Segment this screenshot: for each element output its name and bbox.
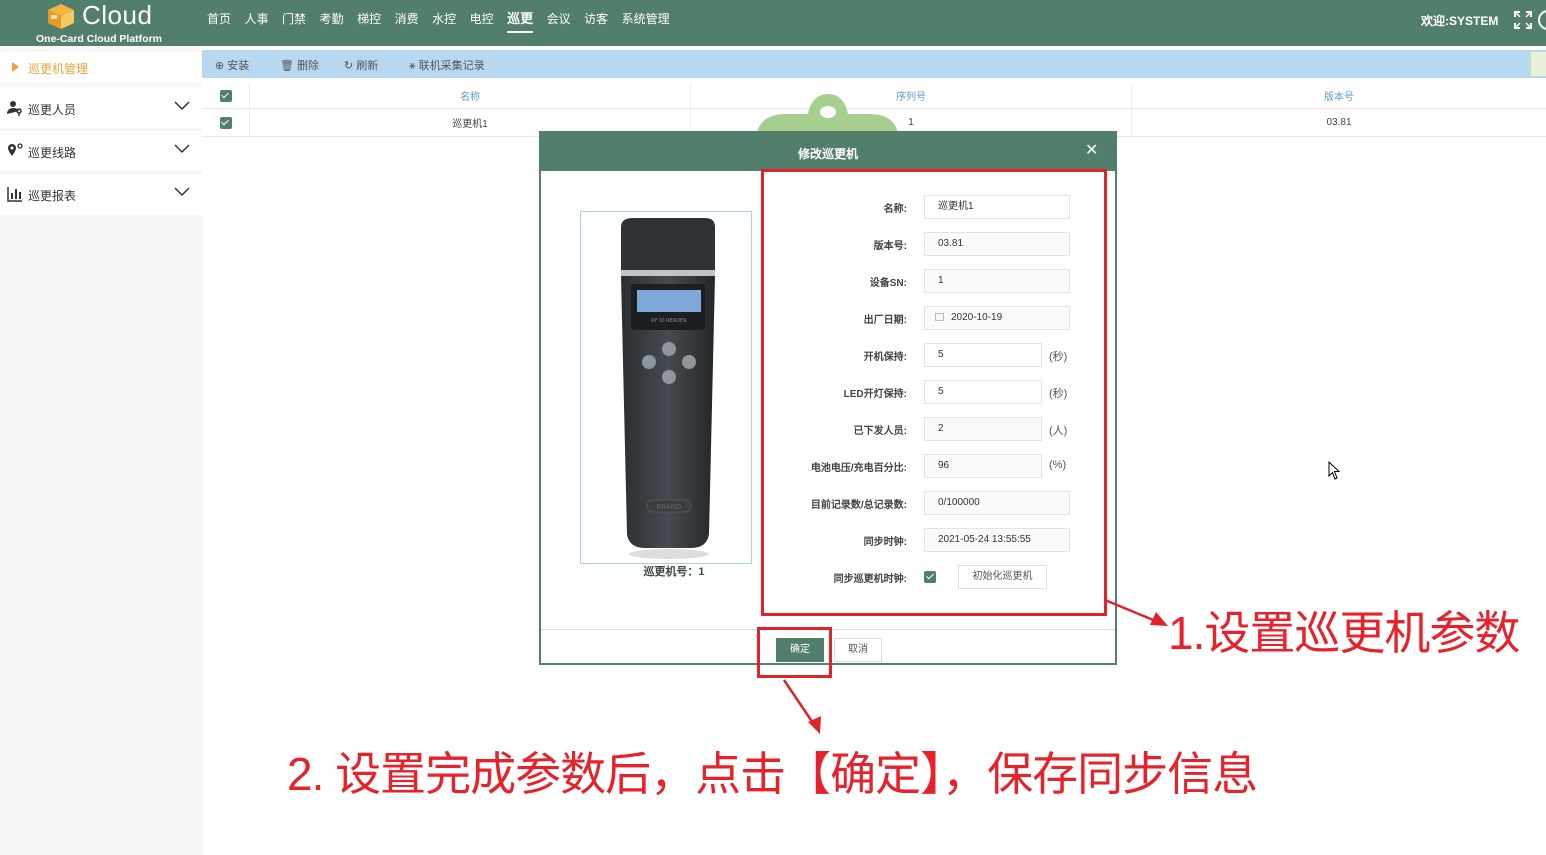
logo[interactable]: Cloud One-Card Cloud Platform — [36, 0, 176, 46]
trash-icon: 🗑 — [280, 60, 298, 72]
logo-subtitle: One-Card Cloud Platform — [36, 33, 163, 45]
cube-logo-icon — [48, 4, 74, 29]
nav-attendance[interactable]: 考勤 — [320, 10, 344, 36]
fullscreen-icon[interactable] — [1513, 10, 1533, 30]
nav-hr[interactable]: 人事 — [245, 10, 269, 36]
select-all-checkbox[interactable] — [219, 89, 232, 102]
logo-title: Cloud — [82, 0, 153, 30]
power-icon[interactable] — [1538, 10, 1546, 30]
sidebar-item-patrol-route[interactable]: 巡更线路 — [0, 131, 202, 171]
bar-chart-icon — [7, 187, 22, 202]
sidebar-item-label: 巡更报表 — [28, 189, 77, 203]
highlight-confirm-box — [757, 627, 832, 678]
column-header-name[interactable]: 名称 — [250, 83, 691, 108]
nav-patrol[interactable]: 巡更 — [507, 10, 534, 36]
top-bar: Cloud One-Card Cloud Platform 首页 人事 门禁 考… — [0, 0, 1546, 46]
cell-version: 03.81 — [1326, 117, 1352, 128]
nav-visitor[interactable]: 访客 — [584, 10, 608, 36]
row-select-cell — [202, 109, 250, 136]
sidebar: 巡更机管理 巡更人员 巡更线路 巡更报表 — [0, 46, 202, 855]
sidebar-item-patrol-device[interactable]: 巡更机管理 — [0, 52, 202, 82]
sidebar-item-patrol-staff[interactable]: 巡更人员 — [0, 88, 202, 128]
online-records-button[interactable]: ⚹ 联机采集记录 — [409, 57, 485, 73]
refresh-icon: ↻ — [344, 60, 357, 72]
sidebar-item-label: 巡更人员 — [28, 103, 77, 117]
annotation-note-2: 2. 设置完成参数后，点击【确定】，保存同步信息 — [287, 748, 1258, 800]
download-icon: ⚹ — [409, 60, 419, 72]
nav-access[interactable]: 门禁 — [282, 10, 306, 36]
dialog-title: 修改巡更机 — [797, 147, 858, 161]
sidebar-item-label: 巡更线路 — [28, 146, 77, 160]
sidebar-item-label: 巡更机管理 — [28, 62, 89, 76]
nav-consumption[interactable]: 消费 — [395, 10, 419, 36]
install-button[interactable]: ⊕ 安装 — [215, 57, 249, 73]
cancel-button[interactable]: 取消 — [834, 638, 882, 662]
plus-circle-icon: ⊕ — [215, 60, 228, 72]
chevron-down-icon[interactable] — [174, 100, 190, 112]
nav-system[interactable]: 系统管理 — [622, 10, 670, 36]
mouse-cursor-icon — [1328, 461, 1341, 480]
close-icon[interactable]: ✕ — [1085, 143, 1098, 159]
nav-home[interactable]: 首页 — [207, 10, 231, 36]
dialog-header: 修改巡更机 ✕ — [541, 133, 1115, 171]
caret-right-icon — [12, 62, 19, 72]
toolbar-side-button[interactable] — [1530, 52, 1546, 76]
row-checkbox[interactable] — [219, 116, 232, 129]
nav-water[interactable]: 水控 — [432, 10, 456, 36]
user-key-icon — [7, 101, 22, 116]
nav-meeting[interactable]: 会议 — [547, 10, 571, 36]
highlight-form-box — [761, 169, 1107, 616]
main-nav: 首页 人事 门禁 考勤 梯控 消费 水控 电控 巡更 会议 访客 系统管理 — [207, 10, 683, 36]
chevron-down-icon[interactable] — [174, 143, 190, 155]
nav-elevator[interactable]: 梯控 — [357, 10, 381, 36]
welcome-user[interactable]: 欢迎:SYSTEM — [1421, 12, 1498, 29]
column-header-version[interactable]: 版本号 — [1132, 83, 1546, 108]
route-pin-icon — [8, 143, 23, 156]
select-all-cell — [202, 83, 250, 108]
chevron-down-icon[interactable] — [174, 186, 190, 198]
nav-power[interactable]: 电控 — [470, 10, 494, 36]
refresh-button[interactable]: ↻ 刷新 — [344, 57, 378, 73]
delete-button[interactable]: 🗑 删除 — [280, 57, 319, 73]
toolbar: ⊕ 安装 🗑 删除 ↻ 刷新 ⚹ 联机采集记录 — [202, 50, 1546, 78]
sidebar-item-patrol-report[interactable]: 巡更报表 — [0, 174, 202, 214]
annotation-note-1: 1.设置巡更机参数 — [1168, 607, 1520, 659]
